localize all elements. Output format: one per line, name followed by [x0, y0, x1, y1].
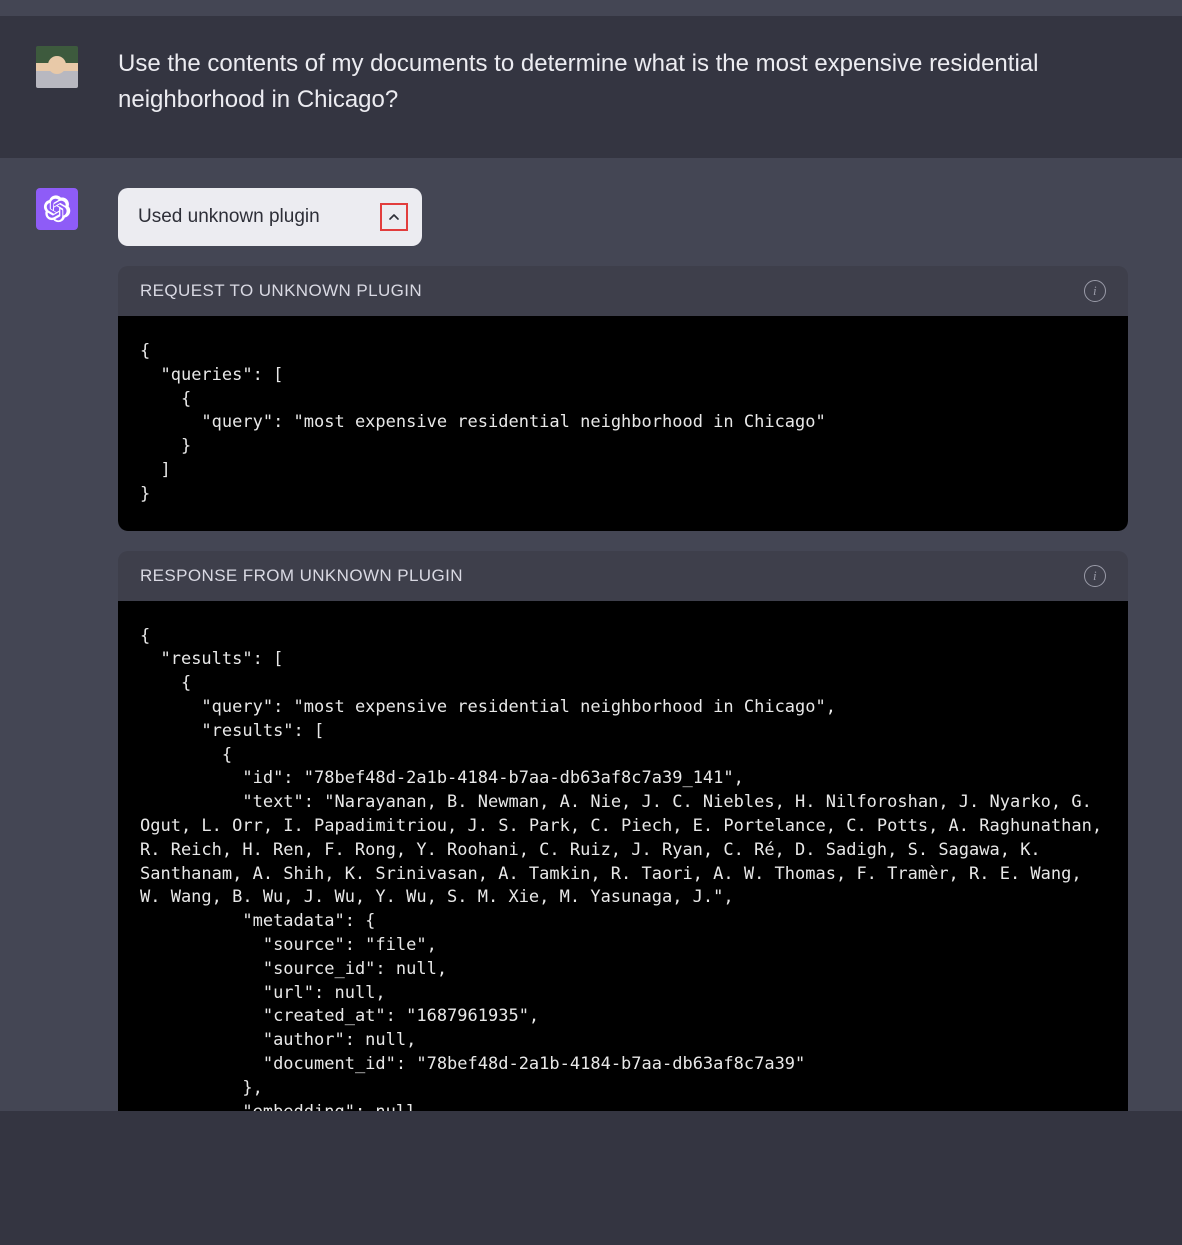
response-panel-title: RESPONSE FROM UNKNOWN PLUGIN [140, 566, 463, 586]
response-panel-header: RESPONSE FROM UNKNOWN PLUGIN i [118, 551, 1128, 601]
plugin-pill-toggle[interactable] [380, 203, 408, 231]
plugin-pill-label: Used unknown plugin [138, 206, 320, 228]
info-icon[interactable]: i [1084, 565, 1106, 587]
response-panel: RESPONSE FROM UNKNOWN PLUGIN i { "result… [118, 551, 1128, 1111]
prev-assist-strip [0, 0, 1182, 16]
user-message-row: Use the contents of my documents to dete… [0, 16, 1182, 158]
assistant-avatar [36, 188, 78, 230]
request-panel: REQUEST TO UNKNOWN PLUGIN i { "queries":… [118, 266, 1128, 531]
assistant-message-row: Used unknown plugin REQUEST TO UNKNOWN P… [0, 158, 1182, 1111]
user-avatar [36, 46, 78, 88]
plugin-disclosure-pill[interactable]: Used unknown plugin [118, 188, 422, 246]
request-code: { "queries": [ { "query": "most expensiv… [118, 316, 1128, 531]
request-panel-header: REQUEST TO UNKNOWN PLUGIN i [118, 266, 1128, 316]
request-panel-title: REQUEST TO UNKNOWN PLUGIN [140, 281, 422, 301]
assistant-body: Used unknown plugin REQUEST TO UNKNOWN P… [118, 188, 1182, 1111]
user-message-text: Use the contents of my documents to dete… [118, 46, 1078, 118]
response-code: { "results": [ { "query": "most expensiv… [118, 601, 1128, 1111]
chevron-up-icon [386, 209, 402, 225]
info-icon[interactable]: i [1084, 280, 1106, 302]
openai-logo-icon [43, 195, 71, 223]
